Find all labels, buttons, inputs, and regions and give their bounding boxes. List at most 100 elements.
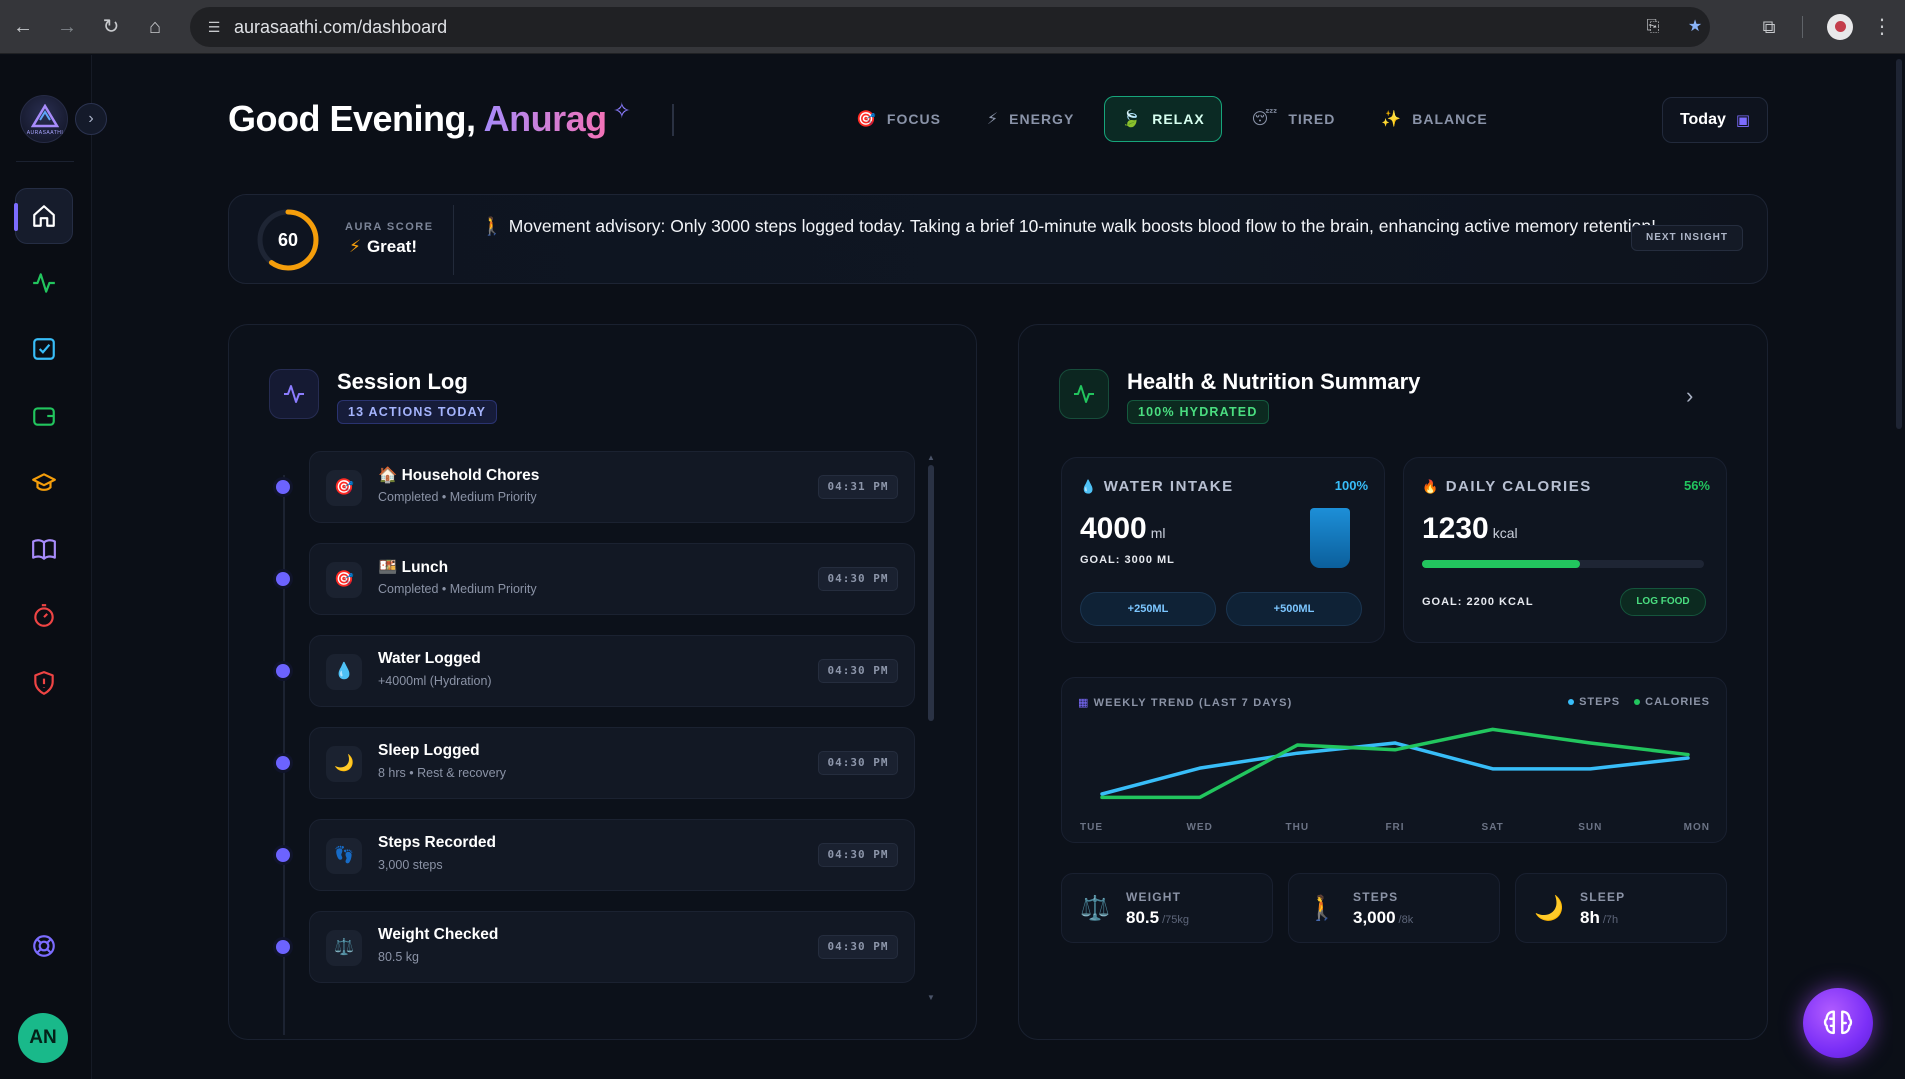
flame-icon: 🔥 — [1422, 479, 1440, 494]
log-scrollbar-thumb[interactable] — [928, 465, 934, 721]
user-avatar[interactable]: AN — [18, 1013, 68, 1063]
add-500ml-button[interactable]: +500ML — [1226, 592, 1362, 626]
sidebar-divider — [16, 161, 74, 162]
scroll-up-arrow[interactable]: ▲ — [927, 453, 935, 462]
weekly-trend-title: ▦ WEEKLY TREND (LAST 7 DAYS) — [1078, 696, 1292, 709]
sparkles-icon: ✨ — [1381, 111, 1403, 128]
profile-avatar[interactable] — [1827, 14, 1853, 40]
site-info-icon[interactable]: ☰ — [204, 17, 224, 37]
x-tick-label: FRI — [1385, 822, 1404, 833]
chevron-right-icon[interactable]: › — [1686, 383, 1693, 409]
x-tick-label: WED — [1186, 822, 1212, 833]
calendar-icon: ▦ — [1078, 697, 1090, 709]
steps-goal: /8k — [1398, 914, 1414, 926]
mode-tired[interactable]: 😴 TIRED — [1236, 96, 1352, 142]
water-goal: GOAL: 3000 ML — [1080, 554, 1175, 566]
address-bar[interactable]: ☰ aurasaathi.com/dashboard ⎘ ★ — [190, 7, 1710, 47]
x-tick-label: THU — [1286, 822, 1310, 833]
sidebar-item-support[interactable] — [15, 918, 73, 974]
back-arrow-icon[interactable]: ← — [8, 12, 38, 42]
log-item-title: 🍱 Lunch — [378, 559, 449, 576]
log-item-time: 04:30 PM — [818, 567, 898, 591]
insight-divider — [453, 205, 454, 275]
sidebar: AURASAATHI › AN — [0, 55, 107, 1079]
list-item[interactable]: ⚖️ Weight Checked 80.5 kg 04:30 PM — [309, 911, 915, 983]
scroll-down-arrow[interactable]: ▼ — [927, 993, 935, 1002]
timeline-dot — [276, 848, 290, 862]
sidebar-item-journal[interactable] — [15, 521, 73, 577]
leaf-icon: 🍃 — [1121, 111, 1143, 128]
mode-relax[interactable]: 🍃 RELAX — [1104, 96, 1222, 142]
calories-label-text: DAILY CALORIES — [1445, 478, 1592, 495]
health-icon-box — [1059, 369, 1109, 419]
series-line-calories — [1100, 727, 1690, 800]
weekly-trend-card: ▦ WEEKLY TREND (LAST 7 DAYS) STEPS CALORI… — [1061, 677, 1727, 843]
chart-title: WEEKLY TREND (LAST 7 DAYS) — [1093, 697, 1293, 709]
page-scrollbar-thumb[interactable] — [1896, 59, 1902, 429]
extensions-icon[interactable]: ⧉ — [1756, 14, 1782, 40]
expand-sidebar-button[interactable]: › — [75, 103, 107, 135]
log-item-time: 04:30 PM — [818, 935, 898, 959]
weight-label: WEIGHT — [1126, 890, 1182, 904]
mode-balance[interactable]: ✨ BALANCE — [1365, 96, 1503, 142]
lightning-icon: ⚡ — [986, 111, 1000, 128]
steps-value: 3,000/8k — [1353, 908, 1413, 928]
next-insight-button[interactable]: NEXT INSIGHT — [1631, 225, 1743, 251]
weekly-trend-chart: TUE WED THU FRI SAT SUN MON — [1080, 727, 1709, 833]
sidebar-item-wallet[interactable] — [15, 388, 73, 444]
list-item[interactable]: 🎯 🍱 Lunch Completed • Medium Priority 04:30… — [309, 543, 915, 615]
sidebar-item-tasks[interactable] — [15, 321, 73, 377]
forward-arrow-icon[interactable]: → — [52, 12, 82, 42]
scale-icon: ⚖️ — [326, 930, 362, 966]
timeline-dot — [276, 664, 290, 678]
legend-calories: CALORIES — [1634, 696, 1710, 708]
weight-number: 80.5 — [1126, 908, 1160, 927]
scale-icon: ⚖️ — [1080, 895, 1110, 922]
list-item[interactable]: 💧 Water Logged +4000ml (Hydration) 04:30 PM — [309, 635, 915, 707]
calories-unit: kcal — [1492, 525, 1518, 541]
app-logo[interactable]: AURASAATHI — [20, 95, 68, 143]
mode-focus[interactable]: 🎯 FOCUS — [840, 96, 957, 142]
mode-label: RELAX — [1152, 111, 1205, 127]
list-item[interactable]: 🎯 🏠 Household Chores Completed • Medium Pr… — [309, 451, 915, 523]
stopwatch-icon — [34, 604, 54, 627]
home-icon[interactable]: ⌂ — [140, 12, 170, 42]
sleep-stat: 🌙 SLEEP 8h/7h — [1515, 873, 1727, 943]
calories-progress-fill — [1422, 560, 1580, 568]
steps-stat: 🚶 STEPS 3,000/8k — [1288, 873, 1500, 943]
mode-label: BALANCE — [1412, 111, 1488, 127]
url-text[interactable]: aurasaathi.com/dashboard — [234, 17, 447, 37]
list-item[interactable]: 🌙 Sleep Logged 8 hrs • Rest & recovery 04:3… — [309, 727, 915, 799]
reload-icon[interactable]: ↻ — [96, 12, 126, 42]
mode-energy[interactable]: ⚡ ENERGY — [971, 96, 1090, 142]
add-250ml-button[interactable]: +250ML — [1080, 592, 1216, 626]
date-picker-button[interactable]: Today ▣ — [1662, 97, 1768, 143]
chart-legend: STEPS CALORIES — [1568, 696, 1710, 708]
timeline-dot — [276, 756, 290, 770]
activity-pulse-icon — [33, 273, 55, 293]
install-app-icon[interactable]: ⎘ — [1642, 16, 1664, 38]
sidebar-item-activity[interactable] — [15, 255, 73, 311]
more-menu-icon[interactable]: ⋮ — [1872, 14, 1892, 40]
brain-icon — [1823, 1010, 1853, 1035]
sidebar-item-timer[interactable] — [15, 588, 73, 644]
sidebar-item-home[interactable] — [14, 188, 73, 244]
water-value: 4000 ml — [1080, 512, 1166, 546]
log-item-subtitle: 3,000 steps — [378, 858, 443, 872]
greeting-text: Good Evening, — [228, 98, 484, 139]
sidebar-item-learning[interactable] — [15, 455, 73, 511]
droplet-icon: 💧 — [1080, 479, 1098, 494]
insight-message: 🚶 Movement advisory: Only 3000 steps logg… — [481, 212, 1821, 241]
wallet-icon — [33, 407, 55, 426]
bookmark-star-icon[interactable]: ★ — [1684, 16, 1706, 38]
session-log-title: Session Log — [337, 369, 468, 394]
log-food-button[interactable]: LOG FOOD — [1620, 588, 1706, 616]
target-icon: 🎯 — [326, 562, 362, 598]
aura-score-status: ⚡ Great! — [349, 237, 417, 257]
page-scrollbar[interactable] — [1893, 55, 1905, 1079]
ai-assistant-button[interactable] — [1803, 988, 1873, 1058]
calendar-icon: ▣ — [1735, 112, 1751, 129]
list-item[interactable]: 👣 Steps Recorded 3,000 steps 04:30 PM — [309, 819, 915, 891]
sidebar-item-security[interactable] — [15, 655, 73, 711]
log-item-time: 04:30 PM — [818, 843, 898, 867]
